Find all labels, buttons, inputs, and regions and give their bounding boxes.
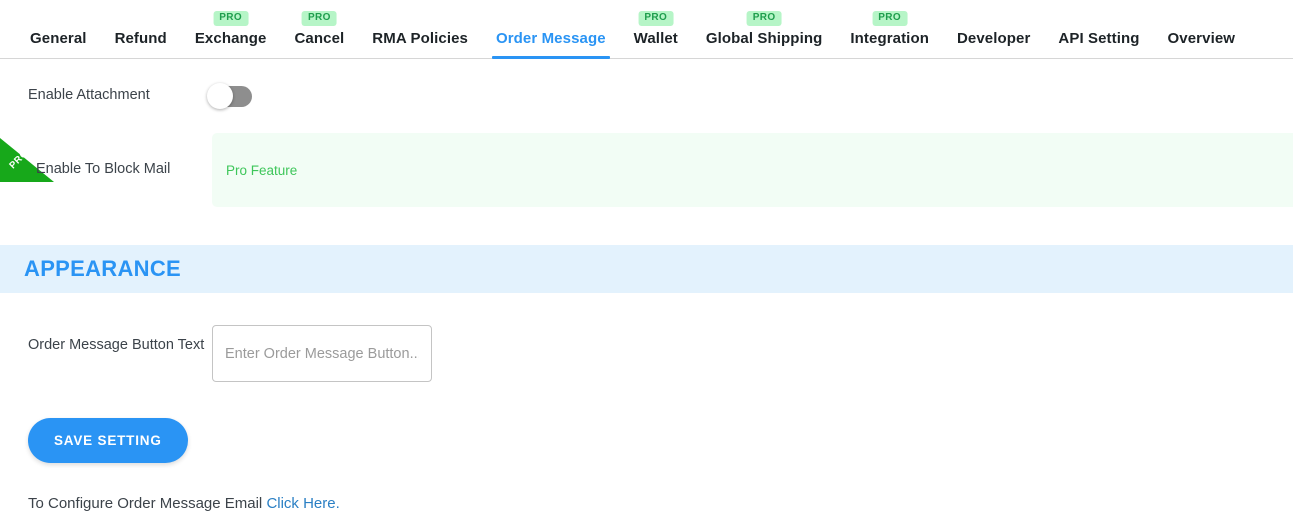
enable-attachment-toggle[interactable]	[207, 83, 252, 109]
enable-block-mail-row: Pro Feature PRO Enable To Block Mail	[0, 133, 1293, 207]
order-message-button-text-row: Order Message Button Text	[0, 325, 1293, 382]
tab-global-shipping[interactable]: PRO Global Shipping	[692, 11, 837, 58]
tab-overview[interactable]: Overview	[1154, 31, 1250, 58]
pro-feature-text: Pro Feature	[226, 162, 298, 178]
tab-label: API Setting	[1058, 30, 1140, 47]
enable-block-mail-label: Enable To Block Mail	[36, 161, 171, 178]
tab-label: Cancel	[294, 30, 345, 47]
configure-email-note-text: To Configure Order Message Email	[28, 495, 267, 512]
tab-cancel[interactable]: PRO Cancel	[281, 11, 359, 58]
tab-wallet[interactable]: PRO Wallet	[620, 11, 692, 58]
click-here-link[interactable]: Click Here.	[266, 495, 339, 512]
pro-badge-icon: PRO	[301, 11, 337, 26]
appearance-section-header: APPEARANCE	[0, 245, 1293, 293]
settings-tab-bar: General Refund PRO Exchange PRO Cancel R…	[0, 0, 1293, 59]
tab-label: Exchange	[194, 30, 267, 47]
order-message-button-text-label: Order Message Button Text	[28, 337, 205, 353]
save-button-container: SAVE SETTING	[0, 418, 1293, 463]
enable-attachment-row: Enable Attachment	[0, 59, 1293, 133]
tab-exchange[interactable]: PRO Exchange	[181, 11, 281, 58]
tab-developer[interactable]: Developer	[943, 31, 1044, 58]
pro-badge-icon: PRO	[638, 11, 674, 26]
appearance-title: APPEARANCE	[24, 256, 182, 281]
tab-general[interactable]: General	[16, 31, 101, 58]
configure-email-note: To Configure Order Message Email Click H…	[0, 495, 1293, 512]
tab-integration[interactable]: PRO Integration	[836, 11, 943, 58]
save-setting-button[interactable]: SAVE SETTING	[28, 418, 188, 463]
tab-rma-policies[interactable]: RMA Policies	[358, 31, 482, 58]
tab-label: Refund	[114, 30, 167, 47]
tab-label: Overview	[1167, 30, 1236, 47]
tab-label: Order Message	[495, 30, 606, 47]
tab-api-setting[interactable]: API Setting	[1044, 31, 1153, 58]
tab-label: RMA Policies	[372, 30, 468, 47]
pro-badge-icon: PRO	[213, 11, 249, 26]
tab-label: Global Shipping	[705, 30, 823, 47]
tab-label: General	[30, 30, 87, 47]
order-message-button-text-input[interactable]	[212, 325, 432, 382]
tab-refund[interactable]: Refund	[101, 31, 181, 58]
tab-order-message[interactable]: Order Message	[482, 30, 620, 59]
pro-feature-band: Pro Feature	[212, 133, 1293, 207]
tab-label: Integration	[850, 30, 929, 47]
tab-label: Developer	[956, 30, 1031, 47]
enable-attachment-label: Enable Attachment	[28, 87, 150, 104]
tab-label: Wallet	[633, 30, 678, 47]
toggle-knob	[207, 83, 233, 109]
pro-badge-icon: PRO	[746, 11, 782, 26]
pro-badge-icon: PRO	[872, 11, 908, 26]
